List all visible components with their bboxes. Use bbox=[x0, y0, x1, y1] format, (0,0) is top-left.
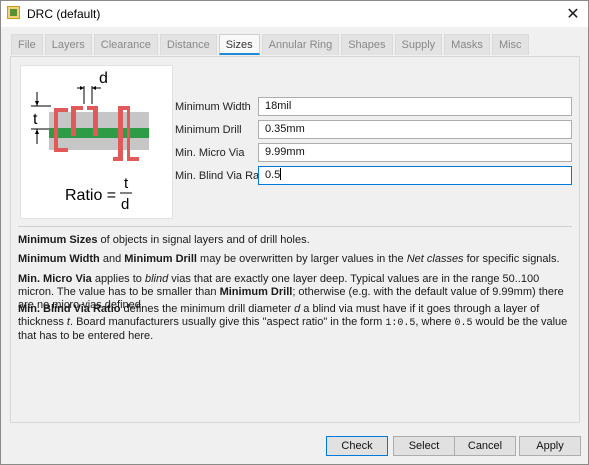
tab-layers[interactable]: Layers bbox=[44, 34, 92, 55]
title-bar: DRC (default) ✕ bbox=[1, 1, 588, 27]
tab-misc[interactable]: Misc bbox=[491, 34, 529, 55]
ratio-denominator: d bbox=[121, 196, 129, 213]
min-width-value: 18mil bbox=[265, 100, 292, 112]
tab-annular-ring[interactable]: Annular Ring bbox=[261, 34, 340, 55]
min-blind-via-ratio-value: 0.5 bbox=[265, 169, 281, 181]
min-blind-via-ratio-label: Min. Blind Via Ratio bbox=[175, 170, 271, 182]
help-minimum-sizes: Minimum Sizes of objects in signal layer… bbox=[18, 234, 310, 246]
min-drill-label: Minimum Drill bbox=[175, 124, 242, 136]
ratio-label: Ratio = bbox=[65, 187, 116, 204]
tab-masks[interactable]: Masks bbox=[444, 34, 490, 55]
d-label: d bbox=[99, 70, 108, 87]
close-icon: ✕ bbox=[566, 6, 580, 23]
min-drill-value: 0.35mm bbox=[265, 123, 305, 135]
app-icon bbox=[7, 6, 20, 19]
min-micro-via-label: Min. Micro Via bbox=[175, 147, 245, 159]
tab-distance[interactable]: Distance bbox=[159, 34, 217, 55]
min-micro-via-input[interactable]: 9.99mm bbox=[258, 143, 572, 162]
separator bbox=[18, 226, 572, 227]
min-blind-via-ratio-input[interactable]: 0.5 bbox=[258, 166, 572, 185]
close-button[interactable]: ✕ bbox=[558, 1, 588, 27]
ratio-numerator: t bbox=[124, 175, 129, 192]
apply-button[interactable]: Apply bbox=[519, 436, 581, 456]
min-width-input[interactable]: 18mil bbox=[258, 97, 572, 116]
tab-file[interactable]: File bbox=[11, 34, 43, 55]
check-button[interactable]: Check bbox=[326, 436, 388, 456]
select-button[interactable]: Select bbox=[393, 436, 455, 456]
tab-bar: File Layers Clearance Distance Sizes Ann… bbox=[11, 34, 531, 56]
min-drill-input[interactable]: 0.35mm bbox=[258, 120, 572, 139]
min-width-label: Minimum Width bbox=[175, 101, 251, 113]
cancel-button[interactable]: Cancel bbox=[454, 436, 516, 456]
text-caret bbox=[280, 168, 282, 180]
drc-dialog: DRC (default) ✕ File Layers Clearance Di… bbox=[0, 0, 589, 465]
t-label: t bbox=[33, 111, 38, 128]
window-title: DRC (default) bbox=[27, 7, 101, 21]
help-width-drill: Minimum Width and Minimum Drill may be o… bbox=[18, 253, 560, 265]
tab-shapes[interactable]: Shapes bbox=[341, 34, 393, 55]
help-blind-via-ratio: Min. Blind Via Ratio defines the minimum… bbox=[18, 303, 568, 342]
tab-sizes[interactable]: Sizes bbox=[218, 34, 260, 55]
via-cross-section: d t Ratio = t d bbox=[31, 70, 149, 213]
via-ratio-diagram: d t Ratio = t d bbox=[20, 65, 173, 219]
tab-supply[interactable]: Supply bbox=[394, 34, 443, 55]
tab-clearance[interactable]: Clearance bbox=[93, 34, 158, 55]
min-micro-via-value: 9.99mm bbox=[265, 146, 305, 158]
